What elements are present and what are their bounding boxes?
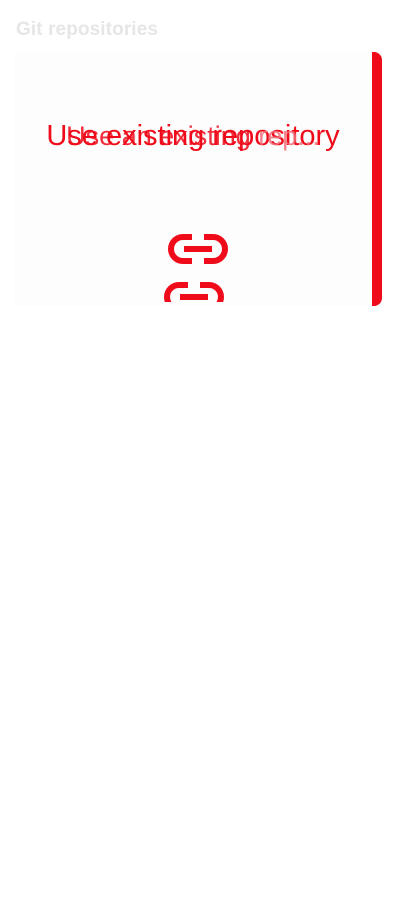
use-existing-repository-card[interactable]: Use existing repository Use an existing … xyxy=(14,52,382,306)
card-title-overlay: Use an existing rep... xyxy=(14,112,372,160)
link-icon-secondary xyxy=(164,282,224,302)
card-title-overlay-text: Use an existing xyxy=(66,121,259,151)
link-icon xyxy=(168,234,228,264)
section-title: Git repositories xyxy=(16,19,159,40)
card-selected-edge xyxy=(372,52,382,306)
card-title-overlay-faded: rep... xyxy=(258,121,320,151)
